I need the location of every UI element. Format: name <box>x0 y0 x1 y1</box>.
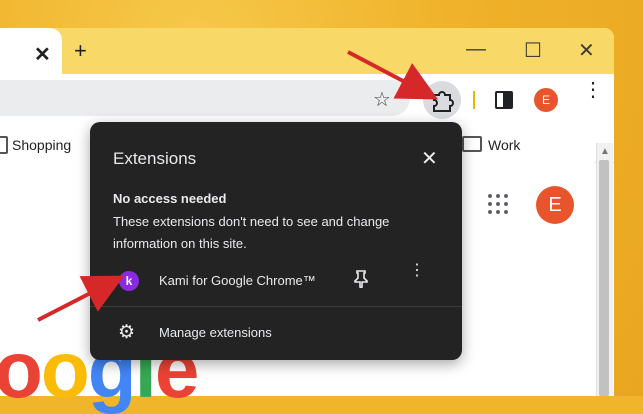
arrow-to-extensions-button <box>347 50 439 100</box>
arrow-to-kami-icon <box>37 275 125 322</box>
annotation-arrows <box>37 50 439 322</box>
